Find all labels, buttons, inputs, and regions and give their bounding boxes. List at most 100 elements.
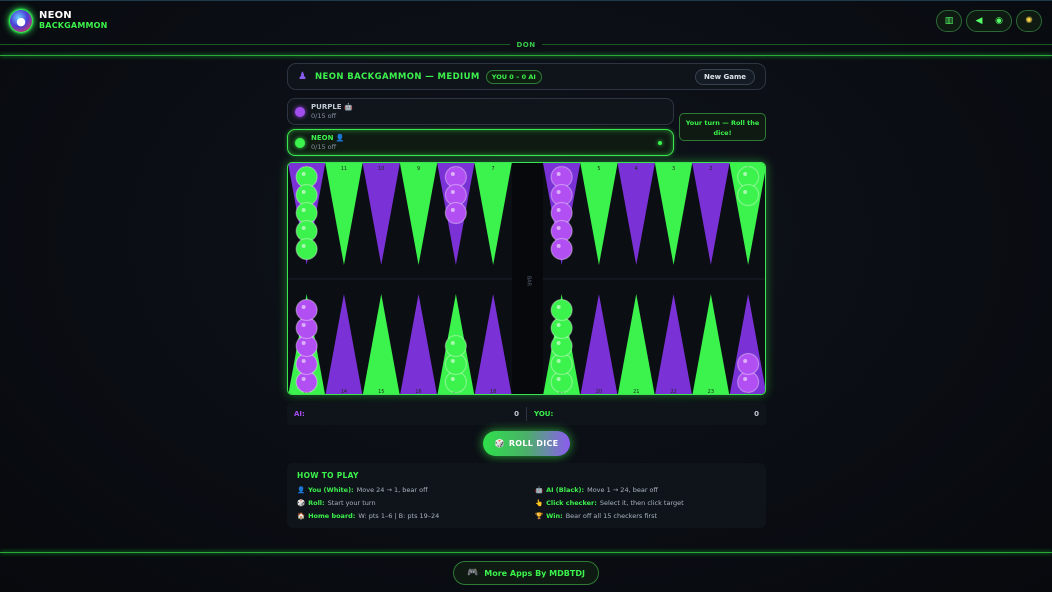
app-subtitle: BACKGAMMON xyxy=(39,21,108,30)
you-score-value: 0 xyxy=(754,410,759,418)
palette-icon[interactable]: ◉ xyxy=(994,16,1004,26)
purple-checker xyxy=(444,201,467,225)
backgammon-board[interactable]: BAR1213111410159168177186195204213222231… xyxy=(287,162,766,395)
top-point-triangle xyxy=(580,163,618,265)
checker-highlight xyxy=(301,377,306,381)
dice-icon: 🎲 xyxy=(494,439,505,448)
bottom-point-label: 18 xyxy=(490,389,496,395)
bottom-point-label: 21 xyxy=(633,389,639,395)
checker-highlight xyxy=(556,359,561,363)
rule-item: 🏆 Win: Bear off all 15 checkers first xyxy=(535,512,658,520)
bottom-point-triangle xyxy=(325,294,363,394)
rule-item: 🤖 AI (Black): Move 1 → 24, bear off xyxy=(535,486,659,494)
rule-item: 👆 Click checker: Select it, then click tar… xyxy=(535,499,684,507)
checker-highlight xyxy=(556,190,561,194)
green-checker xyxy=(737,183,760,207)
rule-item: 🏠 Home board: W: pts 1–6 | B: pts 19–24 xyxy=(297,512,440,520)
player-off-count: 0/15 off xyxy=(311,111,337,120)
checker-highlight xyxy=(301,226,306,230)
toolbar: ▥ ◀ ◉ ✺ xyxy=(936,10,1042,32)
player-name: PURPLE 🤖 xyxy=(311,102,353,111)
bottom-point-label: 14 xyxy=(341,389,347,395)
player-off-count: 0/15 off xyxy=(311,142,337,151)
roll-dice-button[interactable]: 🎲 ROLL DICE xyxy=(483,431,570,456)
app-logo[interactable]: ● NEON BACKGAMMON xyxy=(9,9,108,33)
checker-highlight xyxy=(450,359,455,363)
game-title: NEON BACKGAMMON — MEDIUM xyxy=(314,71,480,82)
how-to-play-title: HOW TO PLAY xyxy=(297,471,359,480)
bottom-point-label: 22 xyxy=(670,389,676,395)
checker-highlight xyxy=(556,226,561,230)
footer-divider xyxy=(0,552,1052,553)
checker-highlight xyxy=(301,323,306,327)
checker-highlight xyxy=(450,208,455,212)
top-point-label: 5 xyxy=(597,166,600,172)
game-header: ♟ NEON BACKGAMMON — MEDIUM YOU 0 – 0 AI … xyxy=(287,63,766,90)
checker-highlight xyxy=(301,190,306,194)
ai-score-value: 0 xyxy=(514,410,519,418)
turn-message: Your turn — Roll the dice! xyxy=(679,113,766,141)
score-badge: YOU 0 – 0 AI xyxy=(485,69,542,84)
top-point-label: 7 xyxy=(492,166,495,172)
checker-highlight xyxy=(450,377,455,381)
checker-highlight xyxy=(301,172,306,176)
more-apps-button[interactable]: 🎮 More Apps By MDBTDJ xyxy=(453,561,599,585)
you-score-label: YOU: xyxy=(534,410,554,418)
checker-highlight xyxy=(556,377,561,381)
checker-highlight xyxy=(556,305,561,309)
more-apps-label: More Apps By MDBTDJ xyxy=(484,568,585,578)
green-checker xyxy=(550,298,573,322)
top-point-triangle xyxy=(399,163,438,265)
sun-icon[interactable]: ✺ xyxy=(1024,16,1034,26)
checker-highlight xyxy=(556,341,561,345)
checker-highlight xyxy=(556,323,561,327)
top-point-triangle xyxy=(692,163,730,265)
checker-highlight xyxy=(301,341,306,345)
bottom-point-triangle xyxy=(655,294,692,394)
checker-highlight xyxy=(743,377,748,381)
board-svg[interactable]: BAR1213111410159168177186195204213222231… xyxy=(288,163,766,395)
pip-score-row: AI: 0 YOU: 0 xyxy=(287,403,766,425)
top-point-triangle xyxy=(325,163,363,265)
logo-icon: ● xyxy=(9,9,33,33)
bottom-point-triangle xyxy=(580,294,618,394)
purple-checker xyxy=(550,237,573,261)
checker-highlight xyxy=(743,172,748,176)
bottom-point-label: 20 xyxy=(596,389,602,395)
bottom-point-triangle xyxy=(362,294,400,394)
bottom-point-triangle xyxy=(400,294,437,394)
top-point-triangle xyxy=(362,163,400,265)
checker-highlight xyxy=(556,208,561,212)
new-game-button[interactable]: New Game xyxy=(694,68,755,85)
checker-highlight xyxy=(743,190,748,194)
rules-group: ▥ xyxy=(936,10,962,32)
rule-item: 👤 You (White): Move 24 → 1, bear off xyxy=(297,486,428,494)
top-point-label: 2 xyxy=(709,166,712,172)
bottom-point-triangle xyxy=(474,294,512,394)
volume-icon[interactable]: ◀ xyxy=(974,16,984,26)
book-icon[interactable]: ▥ xyxy=(944,16,954,26)
checker-highlight xyxy=(301,208,306,212)
neon-player-dot xyxy=(295,137,305,148)
purple-player-dot xyxy=(295,106,305,117)
top-point-label: 11 xyxy=(341,166,347,172)
ai-score-label: AI: xyxy=(294,410,305,418)
checker-highlight xyxy=(301,359,306,363)
settings-group: ◀ ◉ xyxy=(966,10,1012,32)
rule-item: 🎲 Roll: Start your turn xyxy=(297,499,376,507)
purple-checker xyxy=(295,298,318,322)
top-point-label: 3 xyxy=(672,166,675,172)
top-point-label: 4 xyxy=(635,166,638,172)
bottom-point-label: 23 xyxy=(708,389,714,395)
purple-checker xyxy=(737,352,760,376)
divider-glow xyxy=(0,55,1052,56)
top-point-label: 9 xyxy=(417,166,420,172)
bottom-point-triangle xyxy=(692,294,730,394)
checker-highlight xyxy=(301,305,306,309)
banner-label: DON xyxy=(0,41,1052,49)
bottom-point-label: 16 xyxy=(415,389,421,395)
green-checker xyxy=(444,334,467,358)
bottom-point-label: 15 xyxy=(378,389,384,395)
active-turn-indicator xyxy=(658,140,662,145)
checker-highlight xyxy=(450,190,455,194)
